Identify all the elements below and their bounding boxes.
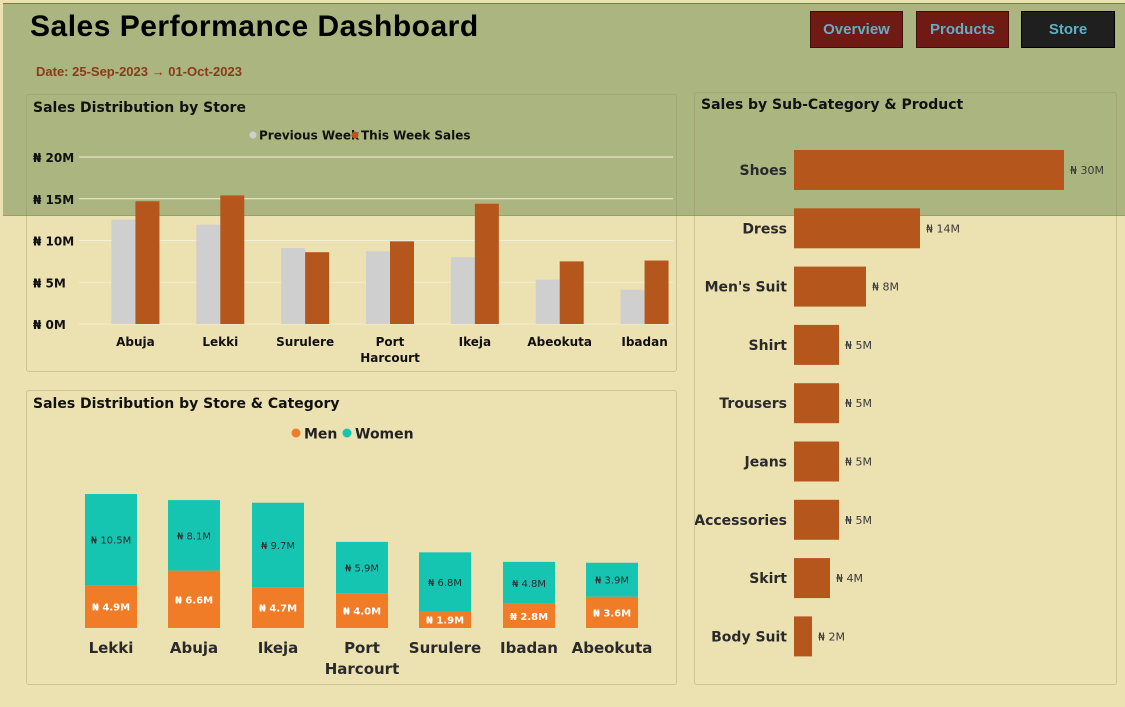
x-tick-label-ikeja: Ikeja: [258, 639, 299, 657]
date-range: Date: 25-Sep-2023 → 01-Oct-2023: [36, 64, 242, 79]
category-sales-chart: Men Women ₦ 4.9M ₦ 10.5M Lekki ₦ 6.6M ₦ 8.1M Ab…: [85, 427, 653, 678]
bar-previous-week-ikeja: [450, 257, 475, 324]
x-tick-label-abuja: Abuja: [170, 639, 218, 657]
y-tick-label: ₦ 0M: [33, 318, 66, 332]
y-tick-label-shoes: Shoes: [740, 163, 788, 179]
x-tick-label-port-harcourt: Port: [376, 335, 405, 349]
bar-shirt: [794, 324, 839, 365]
page-title: Sales Performance Dashboard: [30, 10, 479, 43]
legend-marker-this-week-sales: [351, 131, 359, 139]
store-sales-chart: Previous Week This Week Sales ₦ 0M ₦ 5M ₦ 10…: [33, 129, 673, 365]
bar-previous-week-ibadan: [620, 289, 645, 324]
bar-this-week-surulere: [305, 252, 330, 324]
legend-label-men: Men: [304, 427, 337, 443]
data-label-women-surulere: ₦ 6.8M: [428, 578, 462, 589]
y-tick-label-shirt: Shirt: [749, 338, 788, 354]
bar-previous-week-lekki: [196, 224, 221, 324]
x-tick-label-port-harcourt: Port: [344, 639, 380, 657]
data-label-men-port-harcourt: ₦ 4.0M: [343, 607, 381, 618]
data-label-accessories: ₦ 5M: [845, 514, 872, 527]
bar-dress: [794, 208, 920, 249]
data-label-jeans: ₦ 5M: [845, 456, 872, 469]
data-label-skirt: ₦ 4M: [836, 572, 863, 585]
y-tick-label-trousers: Trousers: [719, 396, 787, 412]
overview-button[interactable]: Overview: [810, 11, 903, 48]
legend-marker-women: [342, 428, 352, 438]
x-tick-label-surulere: Surulere: [409, 639, 481, 657]
bar-previous-week-surulere: [281, 248, 306, 324]
data-label-trousers: ₦ 5M: [845, 397, 872, 410]
x-tick-label-abeokuta: Abeokuta: [572, 639, 653, 657]
bar-skirt: [794, 558, 830, 599]
bar-previous-week-abeokuta: [535, 279, 560, 324]
y-tick-label: ₦ 15M: [33, 193, 74, 207]
category-sales-card: Sales Distribution by Store & Category M…: [26, 390, 677, 685]
legend-label-women: Women: [355, 427, 414, 443]
data-label-men-lekki: ₦ 4.9M: [92, 603, 130, 614]
data-label-dress: ₦ 14M: [926, 222, 960, 235]
x-tick-label-ibadan: Ibadan: [621, 335, 667, 349]
bar-previous-week-abuja: [111, 219, 136, 324]
bar-this-week-abuja: [135, 201, 160, 324]
data-label-men-abeokuta: ₦ 3.6M: [593, 608, 631, 619]
bar-previous-week-port-harcourt: [366, 251, 390, 324]
data-label-women-abuja: ₦ 8.1M: [177, 531, 211, 542]
legend-label-this-week-sales: This Week Sales: [361, 129, 471, 143]
product-sales-card: Sales by Sub-Category & Product Shoes ₦ 3…: [694, 92, 1117, 685]
data-label-men-s-suit: ₦ 8M: [872, 281, 899, 294]
product-sales-chart: Shoes ₦ 30M Dress ₦ 14M Men's Suit ₦ 8M Shirt ₦…: [695, 150, 1104, 657]
legend-label-previous-week: Previous Week: [259, 129, 360, 143]
x-tick-label-abuja: Abuja: [116, 335, 155, 349]
x-tick-label-ikeja: Ikeja: [459, 335, 491, 349]
bar-jeans: [794, 441, 839, 482]
data-label-body-suit: ₦ 2M: [818, 630, 845, 643]
y-tick-label-accessories: Accessories: [695, 513, 787, 529]
x-tick-label-port-harcourt: Harcourt: [325, 660, 400, 678]
bar-this-week-ikeja: [474, 203, 499, 324]
bar-shoes: [794, 150, 1064, 190]
store-button[interactable]: Store: [1021, 11, 1115, 48]
bar-this-week-abeokuta: [559, 261, 584, 324]
bar-this-week-ibadan: [644, 260, 669, 324]
x-tick-label-surulere: Surulere: [276, 335, 334, 349]
bar-body-suit: [794, 616, 812, 657]
y-tick-label-body-suit: Body Suit: [711, 629, 787, 645]
data-label-men-abuja: ₦ 6.6M: [175, 595, 213, 606]
x-tick-label-abeokuta: Abeokuta: [527, 335, 592, 349]
y-tick-label: ₦ 20M: [33, 151, 74, 165]
y-tick-label-jeans: Jeans: [744, 455, 787, 471]
x-tick-label-port-harcourt: Harcourt: [360, 351, 420, 365]
data-label-men-ikeja: ₦ 4.7M: [259, 604, 297, 615]
data-label-shoes: ₦ 30M: [1070, 164, 1104, 177]
y-tick-label: ₦ 5M: [33, 276, 66, 290]
products-button[interactable]: Products: [916, 11, 1009, 48]
x-tick-label-lekki: Lekki: [202, 335, 238, 349]
store-sales-card: Sales Distribution by Store Previous Wee…: [26, 94, 677, 372]
data-label-men-surulere: ₦ 1.9M: [426, 616, 464, 627]
bar-this-week-port-harcourt: [390, 241, 414, 324]
y-tick-label-skirt: Skirt: [749, 571, 787, 587]
data-label-women-port-harcourt: ₦ 5.9M: [345, 564, 379, 575]
data-label-men-ibadan: ₦ 2.8M: [510, 612, 548, 623]
x-tick-label-lekki: Lekki: [89, 639, 134, 657]
y-tick-label-men-s-suit: Men's Suit: [705, 280, 788, 296]
data-label-women-ibadan: ₦ 4.8M: [512, 579, 546, 590]
data-label-shirt: ₦ 5M: [845, 339, 872, 352]
data-label-women-ikeja: ₦ 9.7M: [261, 541, 295, 552]
bar-accessories: [794, 499, 839, 540]
bar-this-week-lekki: [220, 195, 245, 324]
legend-marker-men: [291, 428, 301, 438]
x-tick-label-ibadan: Ibadan: [500, 639, 558, 657]
data-label-women-abeokuta: ₦ 3.9M: [595, 576, 629, 587]
legend-marker-previous-week: [249, 131, 257, 139]
y-tick-label: ₦ 10M: [33, 235, 74, 249]
data-label-women-lekki: ₦ 10.5M: [91, 536, 131, 547]
bar-men-s-suit: [794, 266, 866, 307]
bar-trousers: [794, 383, 839, 424]
y-tick-label-dress: Dress: [742, 221, 787, 237]
